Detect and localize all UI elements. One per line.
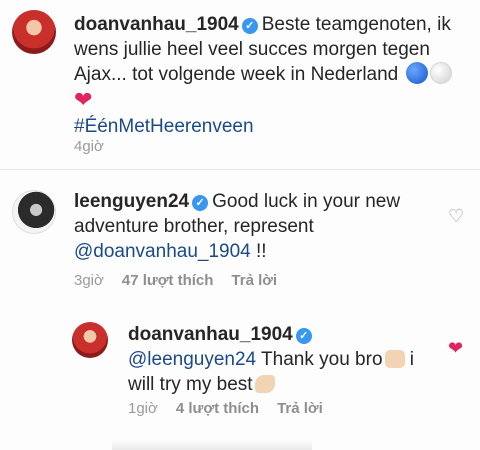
reply-avatar[interactable] (72, 322, 108, 358)
verified-icon: ✓ (192, 195, 209, 211)
reply-line1b: i (404, 349, 415, 370)
post-meta: 4giờ (74, 138, 122, 155)
verified-icon: ✓ (295, 328, 312, 344)
comment-meta: 3giờ 47 lượt thích Trả lời (74, 272, 295, 289)
post-caption: doanvanhau_1904 ✓ Beste teamgenoten, ik we… (74, 12, 474, 139)
verified-icon: ✓ (241, 18, 258, 34)
comment-text: leenguyen24 ✓ Good luck in your new advent… (74, 189, 444, 264)
post-username[interactable]: doanvanhau_1904 (74, 14, 239, 35)
comment-line1: Good luck in your new (212, 191, 401, 212)
reply-likes[interactable]: 4 lượt thích (176, 400, 259, 417)
cutoff-row (112, 440, 312, 450)
reply-mention-link[interactable]: @leenguyen24 (128, 349, 256, 370)
flexed-biceps-emoji-icon (254, 375, 275, 393)
red-heart-emoji-icon: ❤ (74, 87, 93, 112)
reply-text: doanvanhau_1904 ✓ @leenguyen24 Thank you … (128, 322, 438, 397)
thumbs-up-emoji-icon (384, 350, 405, 368)
reply-line1: Thank you bro (256, 349, 383, 370)
comment-line2: adventure brother, represent (74, 216, 314, 237)
comment-reply-button[interactable]: Trả lời (231, 272, 277, 289)
comment-tail: !! (250, 241, 267, 262)
white-circle-icon (429, 62, 452, 84)
blue-circle-icon (405, 62, 428, 84)
reply-reply-button[interactable]: Trả lời (277, 400, 323, 417)
reply-line3: will try my best (128, 374, 253, 395)
comment-mention-link[interactable]: @doanvanhau_1904 (74, 241, 251, 262)
reply-meta: 1giờ 4 lượt thích Trả lời (128, 400, 341, 417)
comment-like-heart-icon[interactable]: ♡ (448, 206, 464, 227)
reply-username[interactable]: doanvanhau_1904 (128, 324, 293, 345)
post-avatar[interactable] (12, 10, 56, 54)
hashtag-link[interactable]: #ÉénMetHeerenveen (74, 116, 254, 137)
comment-likes[interactable]: 47 lượt thích (122, 272, 214, 289)
reply-liked-heart-icon[interactable]: ❤ (448, 338, 463, 359)
caption-line3: Ajax... tot volgende week in Nederland (74, 64, 399, 85)
comment-username[interactable]: leenguyen24 (74, 191, 189, 212)
comment-time: 3giờ (74, 272, 104, 289)
divider (0, 169, 480, 170)
caption-line1: Beste teamgenoten, ik (261, 14, 451, 35)
caption-line2: wens jullie heel veel succes morgen tege… (74, 39, 430, 60)
post-time: 4giờ (74, 138, 104, 155)
reply-time: 1giờ (128, 400, 158, 417)
comment-avatar[interactable] (12, 190, 56, 234)
